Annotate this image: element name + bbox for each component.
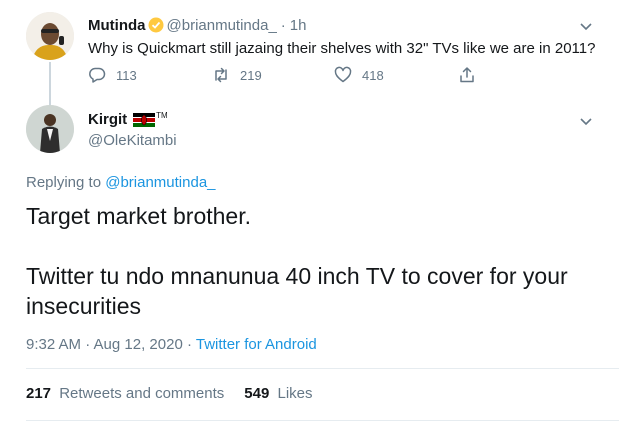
tweet-text: Why is Quickmart still jazaing their she… [88, 40, 596, 57]
share-button[interactable] [458, 66, 486, 84]
separator-dot: · [280, 16, 286, 34]
replying-prefix: Replying to [26, 174, 102, 191]
avatar-image [26, 12, 74, 60]
display-name[interactable]: Kirgit [88, 111, 127, 128]
likes-count: 549 [244, 385, 270, 402]
source-link[interactable]: Twitter for Android [196, 336, 317, 353]
share-icon [460, 67, 474, 83]
tweet-meta: 9:32 AM · Aug 12, 2020 · Twitter for And… [26, 336, 317, 353]
kenya-flag-icon [133, 112, 156, 127]
retweets-label: Retweets and comments [59, 385, 225, 402]
likes-stat[interactable]: 549 Likes [244, 385, 312, 402]
reply-button[interactable]: 113 [88, 66, 137, 84]
tm-mark: TM [156, 111, 168, 120]
like-button[interactable]: 418 [334, 66, 384, 84]
retweet-button[interactable]: 219 [212, 66, 262, 84]
likes-label: Likes [277, 385, 313, 402]
tweet-text-line: Twitter tu ndo mnanunua 40 inch TV to co… [26, 263, 568, 289]
tweet-text-line: Target market brother. [26, 203, 251, 229]
thread-line [49, 62, 51, 106]
heart-icon [334, 66, 352, 83]
tweet-actions: 113 219 418 [88, 66, 488, 88]
avatar-image [26, 105, 74, 153]
chevron-down-icon[interactable] [578, 113, 594, 129]
main-tweet-header: Kirgit TM [88, 111, 168, 128]
verified-badge-icon [148, 17, 164, 33]
divider [26, 420, 619, 421]
reply-count: 113 [116, 67, 137, 83]
avatar[interactable] [26, 105, 74, 153]
user-handle[interactable]: @OleKitambi [88, 132, 177, 149]
reply-icon [89, 67, 106, 83]
chevron-down-icon[interactable] [578, 18, 594, 34]
avatar[interactable] [26, 12, 74, 60]
parent-tweet-header: Mutinda @brianmutinda_ · 1h [88, 15, 306, 35]
replying-to: Replying to @brianmutinda_ [26, 174, 216, 191]
timestamp[interactable]: 9:32 AM · Aug 12, 2020 · [26, 336, 192, 353]
user-handle[interactable]: @brianmutinda_ [167, 17, 277, 34]
retweet-icon [215, 67, 227, 83]
tweet-text-line: insecurities [26, 293, 142, 319]
like-count: 418 [362, 67, 384, 83]
retweets-stat[interactable]: 217 Retweets and comments [26, 385, 224, 402]
retweet-count: 219 [240, 67, 262, 83]
parent-tweet[interactable]: Mutinda @brianmutinda_ · 1h Why is Quick… [0, 0, 619, 106]
replying-to-link[interactable]: @brianmutinda_ [105, 174, 215, 191]
tweet-time[interactable]: 1h [290, 17, 307, 34]
tweet-stats: 217 Retweets and comments 549 Likes [26, 385, 333, 402]
retweets-count: 217 [26, 385, 52, 402]
divider [26, 368, 619, 369]
display-name[interactable]: Mutinda [88, 17, 146, 34]
